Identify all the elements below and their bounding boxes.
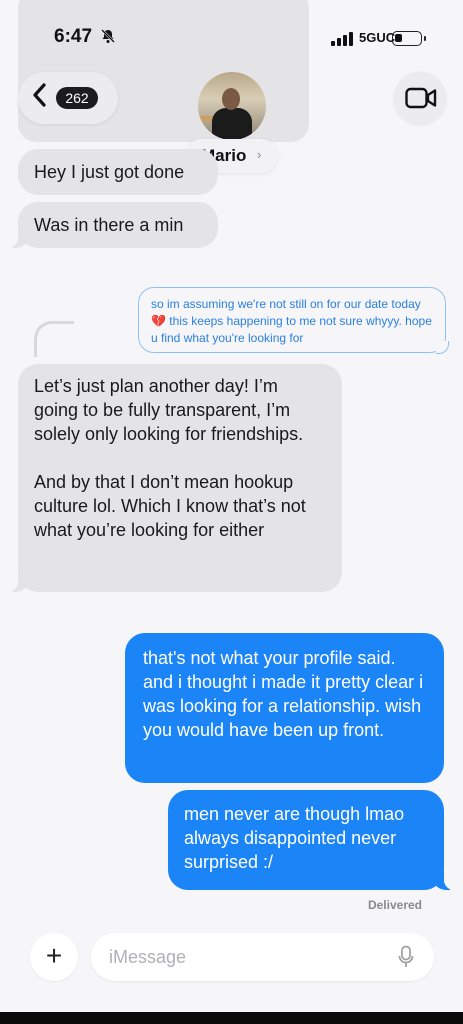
contact-avatar[interactable]	[198, 72, 266, 140]
quoted-reply-message[interactable]: so im assuming we're not still on for ou…	[138, 287, 449, 354]
battery-cap	[424, 36, 426, 41]
message-bubble-outgoing[interactable]: that's not what your profile said. and i…	[125, 633, 444, 783]
chevron-right-icon: ›	[257, 147, 262, 162]
video-camera-icon	[405, 87, 437, 109]
network-type: 5GUC	[359, 30, 396, 45]
message-bubble-incoming[interactable]: Hey I just got done	[18, 149, 218, 195]
reply-thread-line	[34, 321, 74, 357]
imessage-input[interactable]	[109, 945, 389, 969]
chevron-left-icon	[32, 82, 48, 115]
message-bubble-incoming[interactable]: Let’s just plan another day! I’m going t…	[8, 364, 342, 592]
battery-icon	[392, 31, 422, 46]
bell-slash-icon	[100, 28, 116, 48]
back-button[interactable]: 262	[18, 72, 118, 124]
facetime-video-button[interactable]	[394, 72, 446, 124]
add-attachment-button[interactable]: +	[30, 933, 78, 981]
microphone-icon[interactable]	[398, 945, 414, 974]
status-bar: 6:47 5GUC	[0, 22, 463, 52]
unread-count-badge: 262	[56, 87, 98, 109]
cellular-signal-icon	[331, 32, 353, 46]
message-bubble-outgoing[interactable]: men never are though lmao always disappo…	[168, 790, 454, 890]
status-time: 6:47	[54, 26, 93, 47]
message-bubble-incoming[interactable]: Was in there a min	[8, 202, 218, 248]
delivery-status: Delivered	[367, 898, 422, 912]
message-input-field[interactable]	[91, 933, 434, 981]
bottom-edge	[0, 1012, 463, 1024]
